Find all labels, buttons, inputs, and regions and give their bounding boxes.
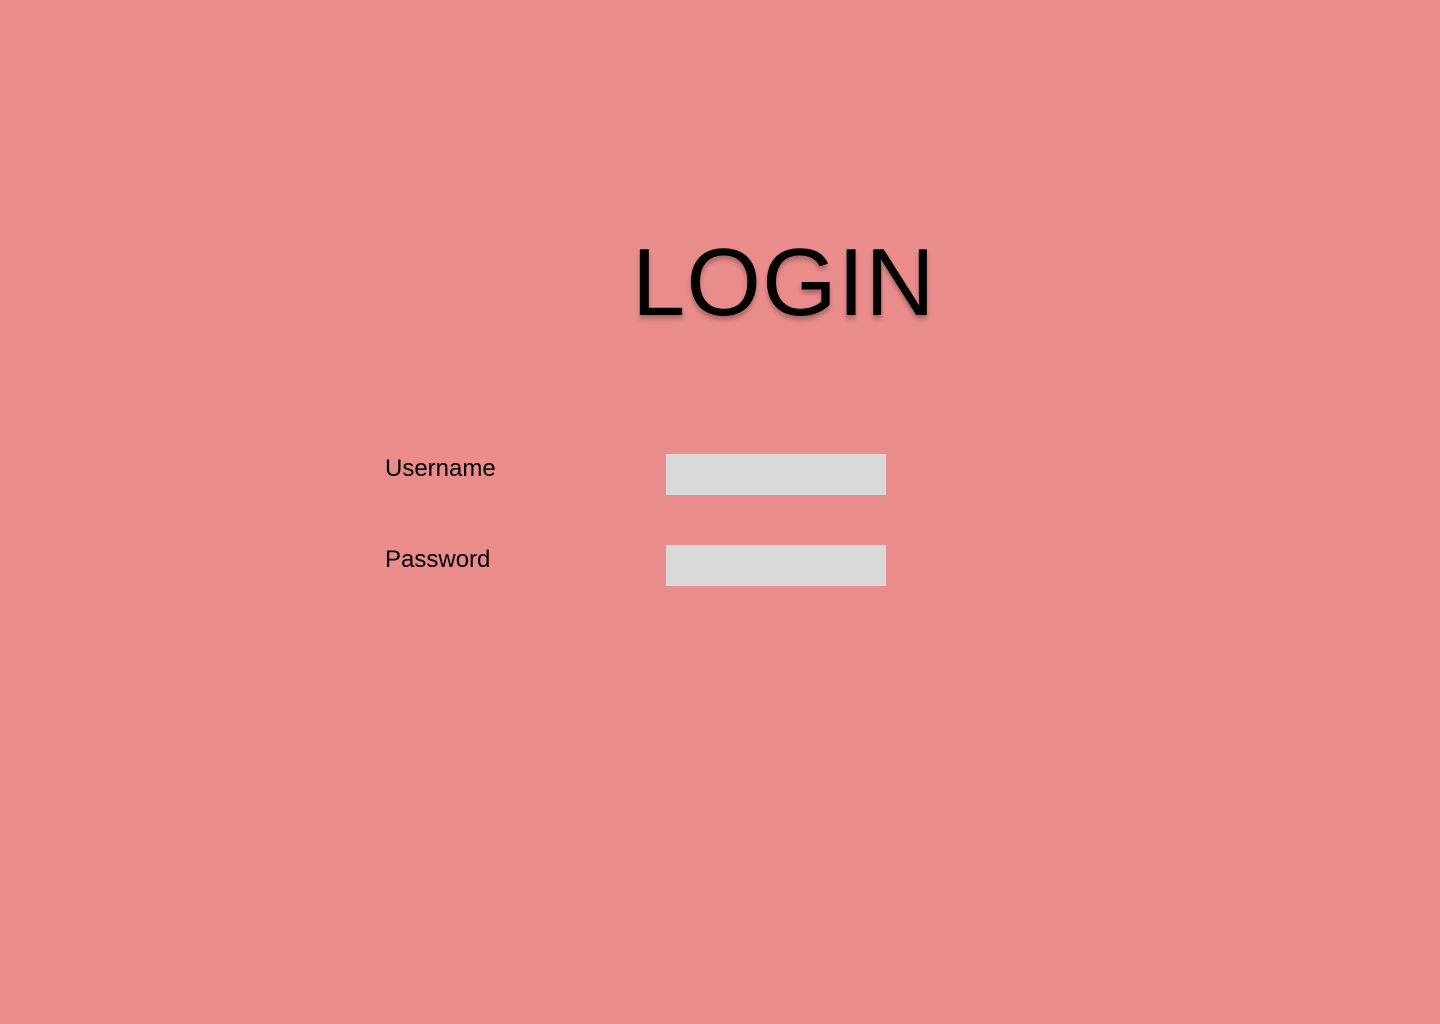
password-label: Password — [385, 546, 491, 573]
username-label: Username — [385, 455, 496, 482]
username-input[interactable] — [666, 454, 886, 495]
page-title: LOGIN — [632, 229, 936, 336]
password-input[interactable] — [666, 545, 886, 586]
